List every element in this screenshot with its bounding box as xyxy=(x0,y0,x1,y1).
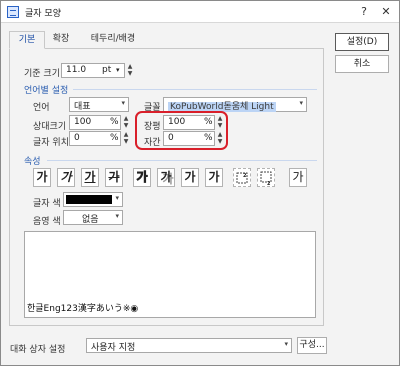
base-size-label: 기준 크기 xyxy=(24,69,60,79)
svg-text:2: 2 xyxy=(243,173,247,179)
tab-border-background[interactable]: 테두리/배경 xyxy=(78,31,148,49)
superscript-icon[interactable]: 2 xyxy=(233,168,251,187)
title-bar: 글자 모양 ? ✕ xyxy=(1,1,399,23)
dialog-title: 글자 모양 xyxy=(25,9,61,19)
language-select[interactable]: 대표 ▾ xyxy=(69,97,129,112)
char-position-spinner[interactable]: ▲ ▼ xyxy=(122,131,130,146)
app-icon xyxy=(7,6,19,18)
relative-size-input[interactable]: 100 % xyxy=(69,115,121,130)
font-select[interactable]: KoPubWorld돋움체 Light ▾ xyxy=(163,97,307,112)
engrave-button[interactable]: 가 xyxy=(205,168,223,187)
subscript-icon[interactable]: 2 xyxy=(257,168,275,187)
dialog-setting-label: 대화 상자 설정 xyxy=(10,345,66,355)
base-size-spinner[interactable]: ▲ ▼ xyxy=(126,63,134,78)
relative-size-label: 상대크기 xyxy=(33,122,67,132)
lang-section-line xyxy=(73,89,317,90)
text-color-select[interactable]: ▾ xyxy=(63,192,123,207)
relative-size-spinner[interactable]: ▲ ▼ xyxy=(122,115,130,130)
tab-basic[interactable]: 기본 xyxy=(9,31,45,49)
ok-button[interactable]: 설정(D) xyxy=(335,33,389,51)
highlight-annotation-box xyxy=(135,111,228,150)
emboss-button[interactable]: 가 xyxy=(181,168,199,187)
preview-text: 한글Eng123漢字あいう※◉ xyxy=(27,304,139,314)
lang-section-title: 언어별 설정 xyxy=(24,86,69,96)
configure-button[interactable]: 구성... xyxy=(297,337,327,354)
cancel-button[interactable]: 취소 xyxy=(335,55,389,73)
chevron-down-icon: ▾ xyxy=(115,194,119,202)
chevron-down-icon: ▾ xyxy=(115,212,119,220)
text-color-swatch xyxy=(66,195,112,204)
italic-button[interactable]: 가 xyxy=(57,168,75,187)
attr-section-title: 속성 xyxy=(24,157,41,167)
chevron-down-icon: ▾ xyxy=(284,340,288,348)
dialog-setting-select[interactable]: 사용자 지정 ▾ xyxy=(86,338,292,353)
unit-dropdown-arrow-icon[interactable]: ▾ xyxy=(116,66,120,74)
language-label: 언어 xyxy=(33,103,50,113)
bold-button[interactable]: 가 xyxy=(33,168,51,187)
chevron-down-icon: ▾ xyxy=(299,99,303,107)
char-shape-dialog: 글자 모양 ? ✕ 기본 확장 테두리/배경 설정(D) 취소 기준 크기 11… xyxy=(0,0,400,366)
tab-extended[interactable]: 확장 xyxy=(46,31,76,49)
base-size-input[interactable]: 11.0 pt ▾ xyxy=(61,63,125,78)
shade-color-select[interactable]: 없음 ▾ xyxy=(63,210,123,225)
svg-text:2: 2 xyxy=(267,181,271,186)
shadow-button[interactable]: 가 xyxy=(157,168,175,187)
normal-button[interactable]: 가 xyxy=(289,168,307,187)
shade-color-label: 음영 색 xyxy=(33,217,61,227)
help-button[interactable]: ? xyxy=(356,4,372,20)
char-position-label: 글자 위치 xyxy=(33,138,69,148)
underline-button[interactable]: 가 xyxy=(81,168,99,187)
chevron-down-icon: ▾ xyxy=(121,99,125,107)
text-color-label: 글자 색 xyxy=(33,199,61,209)
strikethrough-button[interactable]: 가 xyxy=(105,168,123,187)
close-button[interactable]: ✕ xyxy=(378,4,394,20)
outline-button[interactable]: 가 xyxy=(133,168,151,187)
attr-section-line xyxy=(47,160,317,161)
preview-area: 한글Eng123漢字あいう※◉ xyxy=(24,231,316,318)
char-position-input[interactable]: 0 % xyxy=(69,131,121,146)
